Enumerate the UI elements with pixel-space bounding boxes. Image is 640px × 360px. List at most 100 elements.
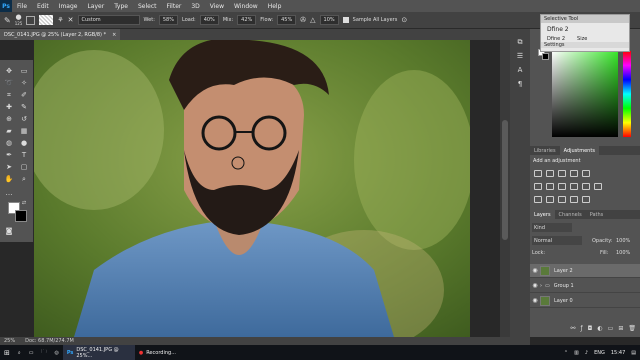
layer-row[interactable]: ◉ Layer 0: [530, 294, 640, 308]
selective-size[interactable]: Size: [577, 36, 587, 42]
vibrance-icon[interactable]: [582, 170, 590, 177]
type-tool-icon[interactable]: T: [19, 150, 29, 160]
menu-filter[interactable]: Filter: [162, 3, 187, 10]
hand-tool-icon[interactable]: ✋: [4, 174, 14, 184]
color-panel-bg-swatch[interactable]: [542, 53, 549, 60]
opacity-field[interactable]: 100%: [616, 238, 630, 244]
selective-item[interactable]: Dfine 2: [541, 23, 629, 36]
blur-tool-icon[interactable]: ◍: [4, 138, 14, 148]
color-picker-field[interactable]: [552, 51, 618, 137]
start-icon[interactable]: ⊞: [0, 345, 14, 360]
vertical-scrollbar[interactable]: [500, 40, 510, 337]
hue-slider[interactable]: [623, 51, 631, 137]
document-tab[interactable]: DSC_0141.JPG @ 25% (Layer 2, RGB/8) * ×: [0, 29, 121, 40]
menu-file[interactable]: File: [12, 3, 32, 10]
crop-tool-icon[interactable]: ⌗: [4, 90, 14, 100]
levels-icon[interactable]: [546, 170, 554, 177]
clean-brush-icon[interactable]: ✕: [68, 16, 74, 24]
path-select-tool-icon[interactable]: ➤: [4, 162, 14, 172]
link-layers-icon[interactable]: ⚯: [571, 325, 576, 335]
group-expand-icon[interactable]: ›: [540, 283, 542, 289]
photo-filter-icon[interactable]: [570, 183, 578, 190]
swap-colors-icon[interactable]: ⇄: [19, 198, 29, 208]
current-brush-load-swatch[interactable]: [39, 15, 54, 25]
properties-icon[interactable]: ☰: [515, 51, 525, 61]
notification-icon[interactable]: ▤: [631, 350, 636, 356]
mix-field[interactable]: 42%: [237, 15, 257, 25]
delete-layer-icon[interactable]: 🗑: [628, 325, 636, 335]
hue-saturation-icon[interactable]: [534, 183, 542, 190]
visibility-eye-icon[interactable]: ◉: [530, 297, 540, 304]
brush-preset-picker[interactable]: ● 125: [15, 14, 23, 27]
new-adjustment-icon[interactable]: ◐: [597, 325, 602, 335]
move-tool-icon[interactable]: ✥: [4, 66, 14, 76]
black-white-icon[interactable]: [558, 183, 566, 190]
menu-type[interactable]: Type: [109, 3, 133, 10]
task-view-icon[interactable]: ▭: [25, 345, 38, 360]
lasso-tool-icon[interactable]: ➰: [4, 78, 14, 88]
character-icon[interactable]: A: [515, 65, 525, 75]
wet-field[interactable]: 58%: [158, 15, 178, 25]
shape-tool-icon[interactable]: ▢: [19, 162, 29, 172]
network-icon[interactable]: ▥: [574, 350, 579, 356]
blend-preset-select[interactable]: Custom: [77, 15, 140, 25]
add-mask-icon[interactable]: ◘: [588, 325, 593, 335]
menu-help[interactable]: Help: [263, 3, 287, 10]
close-tab-icon[interactable]: ×: [112, 32, 116, 38]
tab-adjustments[interactable]: Adjustments: [559, 146, 599, 155]
posterize-icon[interactable]: [546, 196, 554, 203]
document-canvas[interactable]: [34, 40, 470, 337]
blend-mode-select[interactable]: Normal: [532, 236, 582, 245]
menu-layer[interactable]: Layer: [82, 3, 109, 10]
language-indicator[interactable]: ENG: [594, 350, 605, 356]
mixer-brush-tool-icon[interactable]: ✎: [4, 16, 11, 25]
volume-icon[interactable]: ♪: [585, 350, 588, 356]
zoom-tool-icon[interactable]: ⌕: [19, 174, 29, 184]
new-group-icon[interactable]: ▭: [608, 325, 614, 335]
taskbar-recording[interactable]: ● Recording...: [135, 345, 195, 360]
load-brush-icon[interactable]: ⚘: [57, 16, 63, 24]
threshold-icon[interactable]: [558, 196, 566, 203]
file-explorer-icon[interactable]: 🗀: [37, 345, 50, 360]
color-lookup-icon[interactable]: [594, 183, 602, 190]
menu-image[interactable]: Image: [54, 3, 83, 10]
tab-paths[interactable]: Paths: [586, 210, 608, 219]
taskbar-photoshop[interactable]: Ps DSC_0141.JPG @ 25%...: [62, 345, 135, 360]
brightness-contrast-icon[interactable]: [534, 170, 542, 177]
edit-toolbar-icon[interactable]: …: [4, 188, 14, 198]
tab-layers[interactable]: Layers: [530, 210, 555, 219]
eyedropper-tool-icon[interactable]: ✐: [19, 90, 29, 100]
gradient-map-icon[interactable]: [570, 196, 578, 203]
quick-select-tool-icon[interactable]: ✧: [19, 78, 29, 88]
fill-field[interactable]: 100%: [616, 250, 630, 256]
layer-filter-kind[interactable]: Kind: [532, 223, 572, 232]
brush-panel-icon[interactable]: [26, 15, 36, 25]
airbrush-icon[interactable]: ✇: [300, 16, 306, 24]
background-color-swatch[interactable]: [15, 210, 27, 222]
menu-edit[interactable]: Edit: [32, 3, 54, 10]
layer-row[interactable]: ◉ Layer 2: [530, 264, 640, 278]
channel-mixer-icon[interactable]: [582, 183, 590, 190]
tray-arrow-icon[interactable]: ⌃: [564, 350, 568, 356]
brush-tool-icon[interactable]: ✎: [19, 102, 29, 112]
new-layer-icon[interactable]: ⊞: [618, 325, 623, 335]
color-balance-icon[interactable]: [546, 183, 554, 190]
chrome-icon[interactable]: ◎: [50, 345, 62, 360]
zoom-level[interactable]: 25%: [4, 338, 15, 344]
load-field[interactable]: 40%: [199, 15, 219, 25]
paragraph-icon[interactable]: ¶: [515, 79, 525, 89]
invert-icon[interactable]: [534, 196, 542, 203]
tab-channels[interactable]: Channels: [555, 210, 586, 219]
dodge-tool-icon[interactable]: ●: [19, 138, 29, 148]
flow-field[interactable]: 45%: [277, 15, 297, 25]
pressure-icon[interactable]: ⊙: [401, 16, 407, 24]
history-brush-tool-icon[interactable]: ↺: [19, 114, 29, 124]
selective-settings[interactable]: Settings: [541, 42, 629, 48]
menu-view[interactable]: View: [205, 3, 229, 10]
marquee-tool-icon[interactable]: ▭: [19, 66, 29, 76]
selective-color-icon[interactable]: [582, 196, 590, 203]
clone-stamp-tool-icon[interactable]: ⊕: [4, 114, 14, 124]
quick-mask-icon[interactable]: ◙: [4, 226, 14, 236]
angle-field[interactable]: 10%: [319, 15, 339, 25]
tab-libraries[interactable]: Libraries: [530, 146, 560, 155]
